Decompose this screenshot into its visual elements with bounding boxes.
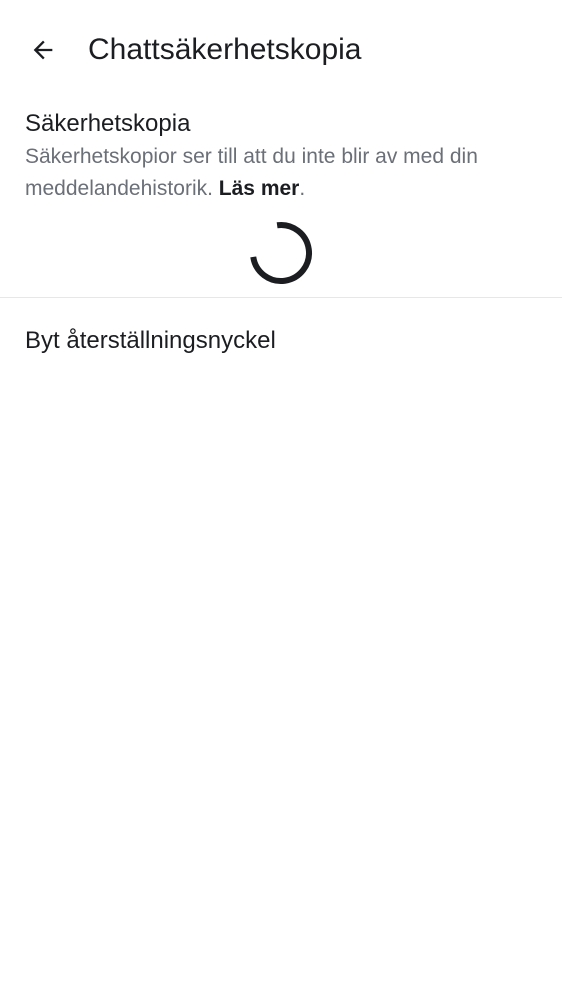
arrow-back-icon — [33, 40, 53, 60]
learn-more-link[interactable]: Läs mer — [219, 177, 300, 200]
backup-section: Säkerhetskopia Säkerhetskopior ser till … — [0, 100, 562, 297]
learn-more-suffix: . — [299, 177, 306, 200]
backup-title: Säkerhetskopia — [25, 110, 191, 137]
app-bar: Chattsäkerhetskopia — [0, 0, 562, 100]
change-recovery-key-label: Byt återställningsnyckel — [25, 327, 276, 354]
backup-description: Säkerhetskopior ser till att du inte bli… — [25, 141, 545, 205]
page-title: Chattsäkerhetskopia — [88, 33, 362, 66]
loading-spinner-icon — [250, 222, 312, 284]
change-recovery-key-row[interactable]: Byt återställningsnyckel — [0, 298, 562, 386]
back-button[interactable] — [21, 28, 65, 72]
